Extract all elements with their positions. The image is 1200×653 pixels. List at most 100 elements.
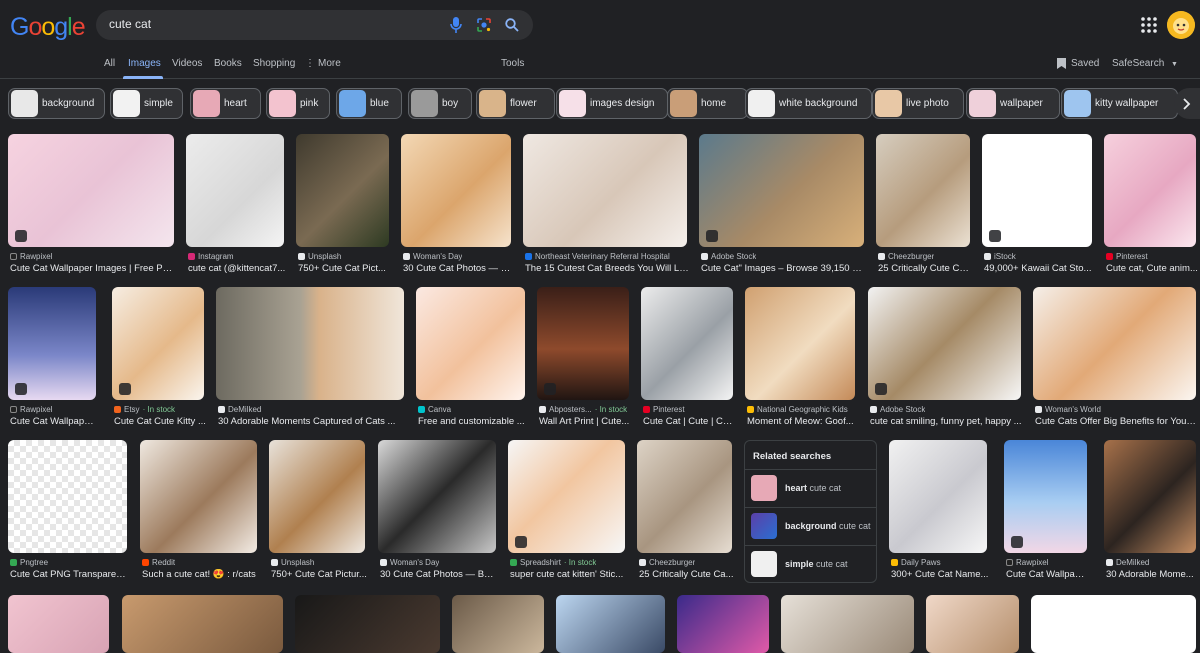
chip-blue[interactable]: blue (336, 88, 402, 119)
result-source[interactable]: Pinterest (643, 405, 685, 414)
image-result[interactable]: Etsy · In stock Cute Cat Cute Kitty ... (112, 287, 206, 427)
result-title[interactable]: 25 Critically Cute Ca... (639, 569, 734, 580)
image-result[interactable]: Woman's Day 30 Cute Cat Photos — Bes... (378, 440, 498, 580)
chip-pink[interactable]: pink (266, 88, 330, 119)
tab-more[interactable]: ⋮ More (305, 58, 341, 69)
image-result[interactable]: Pngtree Cute Cat PNG Transparent... (8, 440, 129, 580)
safesearch-dropdown[interactable]: SafeSearch ▼ (1112, 58, 1178, 69)
cat-thumbnail[interactable] (637, 440, 732, 553)
result-title[interactable]: cute cat (@kittencat7... (188, 263, 286, 274)
tab-videos[interactable]: Videos (172, 58, 202, 69)
result-source[interactable]: DeMilked (1106, 558, 1149, 567)
result-title[interactable]: 750+ Cute Cat Pict... (298, 263, 391, 274)
cat-thumbnail[interactable] (296, 134, 389, 247)
image-result[interactable]: Cheezburger 25 Critically Cute Ca... (637, 440, 734, 580)
result-source[interactable]: Unsplash (298, 252, 341, 261)
result-source[interactable]: Adobe Stock (701, 252, 756, 261)
result-title[interactable]: Such a cute cat! 😍 : r/cats (142, 569, 259, 580)
chip-simple[interactable]: simple (110, 88, 183, 119)
related-search-item[interactable]: background cute cat (745, 507, 876, 544)
image-result[interactable]: Canva Free and customizable ... (416, 287, 525, 427)
cat-thumbnail[interactable] (868, 287, 1021, 400)
result-title[interactable]: The 15 Cutest Cat Breeds You Will Lo... (525, 263, 689, 274)
result-title[interactable]: Moment of Meow: Goof... (747, 416, 857, 427)
apps-grid-icon[interactable] (1140, 16, 1158, 34)
result-title[interactable]: 25 Critically Cute Ca... (878, 263, 972, 274)
result-source[interactable]: Abposters... · In stock (539, 405, 627, 414)
cat-thumbnail[interactable] (1031, 595, 1196, 653)
result-title[interactable]: Cute Cat Wallpaper ... (10, 416, 98, 427)
chip-live-photo[interactable]: live photo (872, 88, 964, 119)
chip-background[interactable]: background (8, 88, 105, 119)
cat-thumbnail[interactable] (269, 440, 365, 553)
result-title[interactable]: Cute Cat Wallpaper Images | Free Pho... (10, 263, 176, 274)
tab-images[interactable]: Images (128, 58, 161, 69)
image-result[interactable]: Adobe Stock Cute Cat" Images – Browse 39… (699, 134, 866, 274)
result-title[interactable]: 49,000+ Kawaii Cat Sto... (984, 263, 1094, 274)
result-source[interactable]: Pinterest (1106, 252, 1148, 261)
cat-thumbnail[interactable] (378, 440, 496, 553)
result-title[interactable]: Cute Cat | Cute | Cu... (643, 416, 735, 427)
image-result[interactable]: DeMilked 30 Adorable Mome... (1104, 440, 1196, 580)
result-title[interactable]: super cute cat kitten' Stic... (510, 569, 627, 580)
result-title[interactable]: Wall Art Print | Cute... (539, 416, 631, 427)
search-box[interactable]: cute cat (96, 10, 533, 40)
chip-wallpaper[interactable]: wallpaper (966, 88, 1060, 119)
image-result[interactable]: Rawpixel Cute Cat Wallpaper ... (8, 287, 98, 427)
saved-button[interactable]: Saved (1057, 58, 1099, 69)
chip-heart[interactable]: heart (190, 88, 261, 119)
cat-thumbnail[interactable] (781, 595, 914, 653)
cat-thumbnail[interactable] (641, 287, 733, 400)
image-result[interactable]: Rawpixel Cute Cat Wallpaper ... (1004, 440, 1089, 580)
result-title[interactable]: 30 Adorable Mome... (1106, 569, 1198, 580)
result-source[interactable]: Rawpixel (10, 405, 52, 414)
tab-all[interactable]: All (104, 58, 115, 69)
result-source[interactable]: Spreadshirt · In stock (510, 558, 596, 567)
image-result[interactable]: Reddit Such a cute cat! 😍 : r/cats (140, 440, 257, 580)
chip-kitty-wallpaper[interactable]: kitty wallpaper (1061, 88, 1178, 119)
tab-shopping[interactable]: Shopping (253, 58, 295, 69)
image-result[interactable]: Woman's World Cute Cats Offer Big Benefi… (1033, 287, 1198, 427)
result-title[interactable]: 750+ Cute Cat Pictur... (271, 569, 367, 580)
result-title[interactable]: Cute Cat Wallpaper ... (1006, 569, 1089, 580)
image-result[interactable]: Abposters... · In stock Wall Art Print | … (537, 287, 629, 427)
cat-thumbnail[interactable] (1033, 287, 1196, 400)
cat-thumbnail[interactable] (122, 595, 283, 653)
chips-next-button[interactable] (1174, 88, 1200, 119)
chip-flower[interactable]: flower (476, 88, 555, 119)
tab-books[interactable]: Books (214, 58, 242, 69)
result-source[interactable]: iStock (984, 252, 1016, 261)
image-result[interactable]: Rawpixel Cute Cat Wallpaper Images | Fre… (8, 134, 176, 274)
avatar[interactable] (1167, 11, 1195, 39)
result-title[interactable]: 30 Adorable Moments Captured of Cats ... (218, 416, 406, 427)
result-source[interactable]: Unsplash (271, 558, 314, 567)
image-result[interactable]: National Geographic Kids Moment of Meow:… (745, 287, 855, 427)
result-source[interactable]: Woman's Day (380, 558, 439, 567)
microphone-icon[interactable] (447, 16, 465, 34)
chip-boy[interactable]: boy (408, 88, 472, 119)
cat-thumbnail[interactable] (8, 440, 127, 553)
image-result[interactable]: Cheezburger 25 Critically Cute Ca... (876, 134, 972, 274)
result-source[interactable]: Cheezburger (878, 252, 934, 261)
result-title[interactable]: 30 Cute Cat Photos — Bes... (380, 569, 498, 580)
result-title[interactable]: Cute Cats Offer Big Benefits for Your ..… (1035, 416, 1198, 427)
cat-thumbnail[interactable] (523, 134, 687, 247)
image-result[interactable]: Spreadshirt · In stock super cute cat kit… (508, 440, 625, 580)
cat-thumbnail[interactable] (876, 134, 970, 247)
cat-thumbnail[interactable] (401, 134, 511, 247)
related-search-item[interactable]: heart cute cat (745, 469, 876, 506)
cat-thumbnail[interactable] (699, 134, 864, 247)
result-source[interactable]: Woman's Day (403, 252, 462, 261)
result-source[interactable]: Etsy · In stock (114, 405, 175, 414)
result-title[interactable]: 30 Cute Cat Photos — B... (403, 263, 513, 274)
result-source[interactable]: Northeast Veterinary Referral Hospital (525, 252, 670, 261)
result-title[interactable]: cute cat smiling, funny pet, happy ... (870, 416, 1023, 427)
cat-thumbnail[interactable] (8, 134, 174, 247)
chip-white-background[interactable]: white background (745, 88, 872, 119)
image-result[interactable]: Unsplash 750+ Cute Cat Pict... (296, 134, 389, 274)
result-title[interactable]: Cute Cat Cute Kitty ... (114, 416, 206, 427)
image-result[interactable]: Adobe Stock cute cat smiling, funny pet,… (868, 287, 1023, 427)
cat-thumbnail[interactable] (1104, 440, 1196, 553)
result-source[interactable]: Rawpixel (10, 252, 52, 261)
search-icon[interactable] (503, 16, 521, 34)
